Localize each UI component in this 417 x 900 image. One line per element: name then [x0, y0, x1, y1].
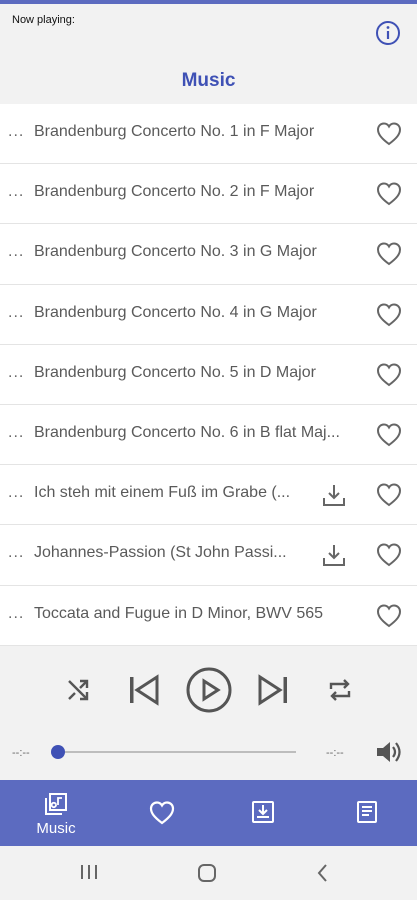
nav-tab-notes[interactable] [315, 780, 417, 846]
elapsed-time: --:-- [12, 747, 30, 759]
info-button[interactable] [375, 20, 401, 46]
track-list: ... Brandenburg Concerto No. 1 in F Major… [0, 104, 417, 646]
heart-outline-icon [376, 543, 402, 567]
nav-tab-favorites[interactable] [110, 780, 214, 846]
favorite-button[interactable] [375, 602, 403, 630]
heart-outline-icon [376, 423, 402, 447]
track-title: Brandenburg Concerto No. 3 in G Major [34, 243, 317, 261]
track-more-button[interactable]: ... [8, 243, 24, 261]
next-button[interactable] [256, 673, 290, 707]
page-title: Music [181, 70, 236, 91]
repeat-icon [329, 679, 351, 701]
track-more-button[interactable]: ... [8, 364, 24, 382]
play-button[interactable] [185, 666, 233, 714]
track-more-button[interactable]: ... [8, 183, 24, 201]
favorite-button[interactable] [375, 120, 403, 148]
track-more-button[interactable]: ... [8, 484, 24, 502]
track-more-button[interactable]: ... [8, 605, 24, 623]
favorite-button[interactable] [375, 361, 403, 389]
favorite-button[interactable] [375, 240, 403, 268]
back-button[interactable] [314, 862, 332, 884]
volume-icon [377, 742, 401, 762]
track-more-button[interactable]: ... [8, 304, 24, 322]
previous-button[interactable] [127, 673, 161, 707]
track-row[interactable]: ... Brandenburg Concerto No. 4 in G Major [0, 284, 417, 345]
home-button[interactable] [196, 862, 218, 884]
skip-previous-icon [130, 674, 159, 706]
track-title: Ich steh mit einem Fuß im Grabe (... [34, 484, 291, 502]
track-more-button[interactable]: ... [8, 544, 24, 562]
recent-apps-icon [81, 865, 97, 879]
favorite-button[interactable] [375, 421, 403, 449]
skip-next-icon [258, 674, 287, 706]
favorite-button[interactable] [375, 180, 403, 208]
track-row[interactable]: ... Brandenburg Concerto No. 5 in D Major [0, 344, 417, 405]
home-icon [198, 864, 216, 882]
track-row[interactable]: ... Brandenburg Concerto No. 6 in B flat … [0, 404, 417, 466]
download-icon [323, 545, 345, 567]
music-library-icon [45, 793, 67, 815]
track-row[interactable]: ... Toccata and Fugue in D Minor, BWV 565 [0, 585, 417, 646]
download-button[interactable] [321, 482, 347, 508]
download-button[interactable] [321, 542, 347, 568]
favorite-button[interactable] [375, 481, 403, 509]
download-box-icon [252, 801, 274, 823]
track-title: Brandenburg Concerto No. 2 in F Major [34, 183, 315, 201]
track-row[interactable]: ... Ich steh mit einem Fuß im Grabe (... [0, 465, 417, 526]
favorite-button[interactable] [375, 541, 403, 569]
track-title: Brandenburg Concerto No. 1 in F Major [34, 123, 315, 140]
nav-tab-music-label: Music [36, 820, 76, 837]
play-icon [186, 667, 232, 713]
duration-time: --:-- [326, 747, 344, 759]
download-icon [323, 485, 345, 507]
bottom-navigation: Music [0, 780, 417, 846]
track-more-button[interactable]: ... [8, 123, 24, 141]
repeat-button[interactable] [326, 676, 354, 704]
track-more-button[interactable]: ... [8, 424, 24, 442]
system-navigation-bar [0, 846, 417, 900]
nav-tab-music[interactable]: Music [4, 780, 108, 846]
track-row[interactable]: ... Brandenburg Concerto No. 2 in F Major [0, 164, 417, 225]
back-icon [317, 864, 327, 882]
track-title: Johannes-Passion (St John Passi... [34, 544, 287, 562]
shuffle-button[interactable] [64, 676, 92, 704]
recent-apps-button[interactable] [78, 862, 100, 882]
track-row[interactable]: ... Brandenburg Concerto No. 1 in F Major [0, 104, 417, 165]
heart-outline-icon [376, 303, 402, 326]
track-row[interactable]: ... Brandenburg Concerto No. 3 in G Major [0, 224, 417, 285]
shuffle-icon [68, 679, 89, 701]
now-playing-label: Now playing: [12, 14, 75, 26]
header: Now playing: Music [0, 4, 417, 104]
heart-outline-icon [376, 242, 402, 266]
heart-outline-icon [376, 483, 402, 507]
player-controls: --:-- --:-- [0, 656, 417, 780]
nav-tab-downloads[interactable] [211, 780, 315, 846]
seek-bar[interactable] [58, 751, 296, 753]
heart-outline-icon [376, 122, 402, 146]
track-title: Toccata and Fugue in D Minor, BWV 565 [34, 604, 324, 622]
heart-outline-icon [376, 603, 402, 627]
notes-icon [357, 801, 377, 823]
track-title: Brandenburg Concerto No. 5 in D Major [34, 363, 316, 381]
heart-outline-icon [376, 182, 402, 206]
track-row[interactable]: ... Johannes-Passion (St John Passi... [0, 525, 417, 586]
info-icon [376, 21, 400, 45]
track-title: Brandenburg Concerto No. 4 in G Major [34, 303, 317, 321]
volume-button[interactable] [374, 738, 404, 766]
track-title: Brandenburg Concerto No. 6 in B flat Maj… [34, 423, 340, 441]
seek-thumb[interactable] [51, 745, 65, 759]
favorite-button[interactable] [375, 301, 403, 329]
heart-icon [149, 801, 175, 825]
heart-outline-icon [376, 363, 402, 387]
